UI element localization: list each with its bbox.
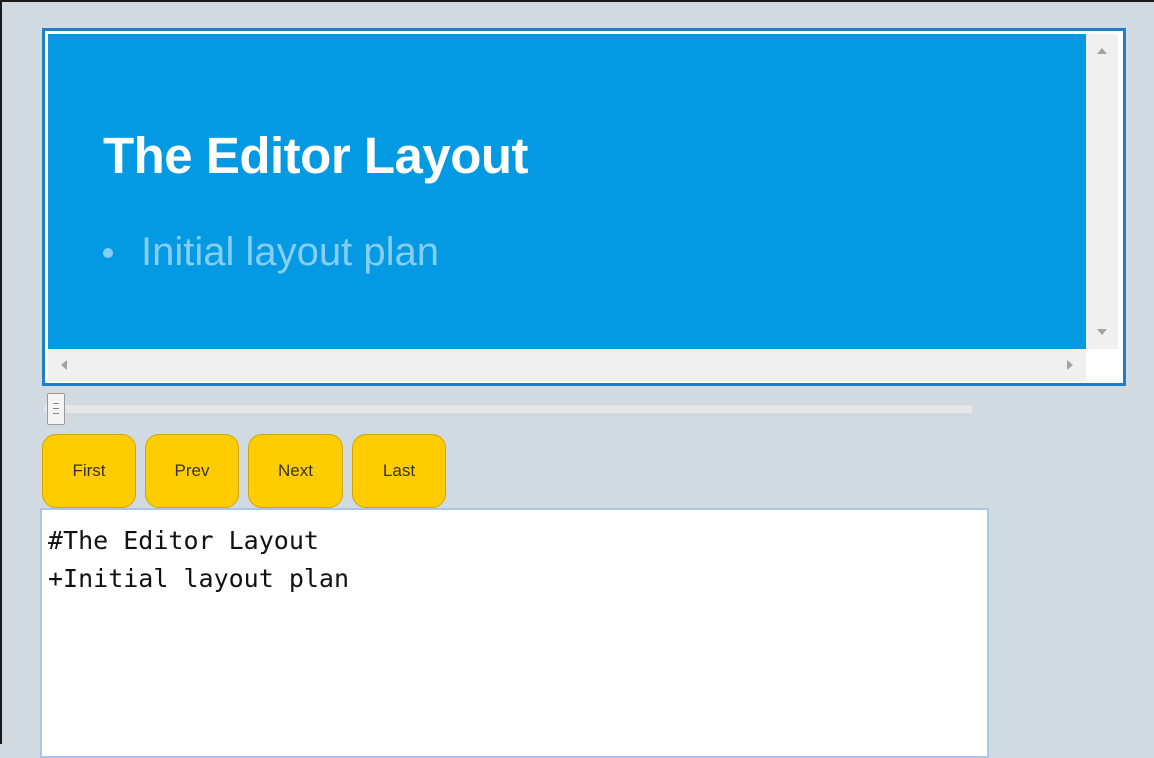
slide-slider-handle[interactable] [47, 393, 65, 425]
preview-horizontal-scrollbar[interactable] [48, 349, 1086, 381]
prev-button[interactable]: Prev [145, 434, 239, 508]
editor-line: +Initial layout plan [48, 564, 350, 593]
first-button[interactable]: First [42, 434, 136, 508]
bullet-dot-icon [103, 247, 113, 258]
next-button[interactable]: Next [248, 434, 343, 508]
editor-line: #The Editor Layout [48, 526, 319, 555]
markup-editor[interactable]: #The Editor Layout +Initial layout plan [40, 508, 989, 758]
scrollbar-corner [1086, 349, 1118, 381]
slide-preview: The Editor Layout Initial layout plan [42, 28, 1126, 386]
grip-line-icon [53, 403, 59, 404]
slide-slider-track[interactable] [44, 405, 972, 413]
slide-bullet-list: Initial layout plan [103, 230, 439, 275]
slide-title: The Editor Layout [103, 127, 529, 184]
grip-line-icon [53, 408, 59, 409]
preview-vertical-scrollbar[interactable] [1086, 34, 1118, 349]
last-button[interactable]: Last [352, 434, 446, 508]
grip-line-icon [53, 413, 59, 414]
arrow-left-icon[interactable] [61, 360, 67, 370]
slide-bullet-text: Initial layout plan [141, 230, 439, 274]
arrow-up-icon[interactable] [1097, 48, 1107, 54]
arrow-down-icon[interactable] [1097, 329, 1107, 335]
arrow-right-icon[interactable] [1067, 360, 1073, 370]
slide-viewport: The Editor Layout Initial layout plan [48, 34, 1086, 349]
slide-bullet-item: Initial layout plan [103, 230, 439, 275]
